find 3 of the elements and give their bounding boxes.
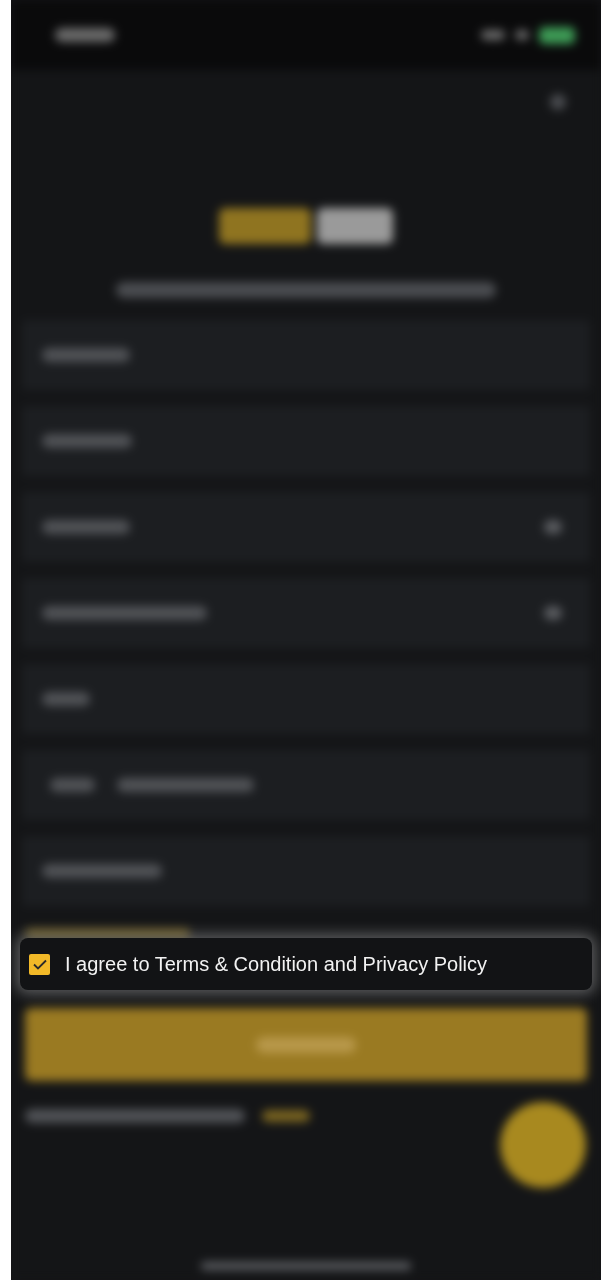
agreement-checkbox[interactable]: [29, 953, 50, 975]
check-icon: [32, 958, 47, 970]
agreement-label: I agree to Terms & Condition and Privacy Policy: [65, 954, 488, 974]
